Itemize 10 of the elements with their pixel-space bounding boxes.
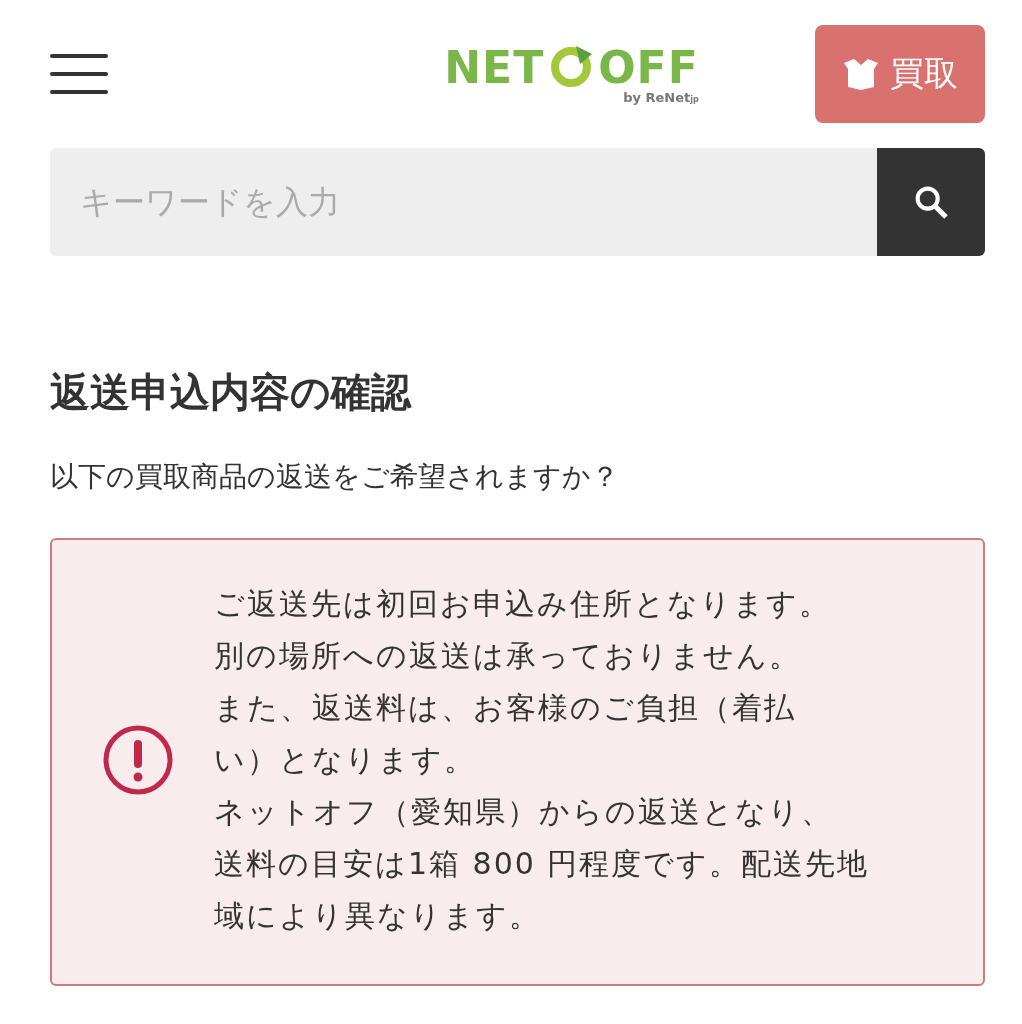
search-button[interactable] xyxy=(877,148,985,256)
logo[interactable]: NET OFF by ReNetjp xyxy=(444,43,699,105)
menu-button[interactable] xyxy=(50,54,108,94)
page-title: 返送申込内容の確認 xyxy=(50,368,413,417)
question-text: 以下の買取商品の返送をご希望されますか？ xyxy=(50,459,620,495)
buy-button[interactable]: 買取 xyxy=(815,25,985,123)
warning-icon xyxy=(102,724,174,796)
notice-text: ご返送先は初回お申込み住所となります。 別の場所への返送は承っておりません。 また、返送料は、お客様のご負担（着払 い）となります。 ネットオフ（愛知県）からの返送となり、 送料の目安は1箱 800 円程度です。配送先地 域により異なります。 xyxy=(214,585,870,935)
box-icon xyxy=(842,57,880,91)
search-field[interactable]: キーワードを入力 xyxy=(50,148,877,256)
